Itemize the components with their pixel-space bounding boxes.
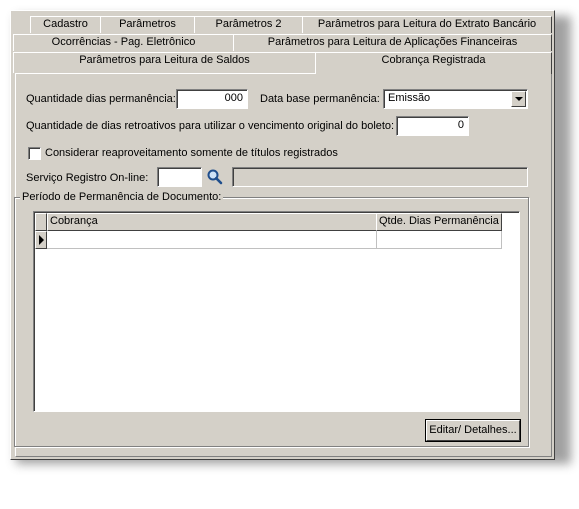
retroativos-input[interactable]: 0 [396,116,469,136]
editar-detalhes-button[interactable]: Editar/ Detalhes... [426,420,520,441]
qtd-dias-label: Quantidade dias permanência: [26,93,176,105]
reaproveitamento-checkbox[interactable] [28,147,41,160]
retroativos-label: Quantidade de dias retroativos para util… [26,120,395,132]
grid-cell-qtde-dias[interactable] [376,231,502,249]
data-base-select[interactable]: Emissão [383,89,528,109]
grid-corner [35,213,47,231]
periodo-group-title: Período de Permanência de Documento: [20,191,224,203]
reaproveitamento-label[interactable]: Considerar reaproveitamento somente de t… [45,146,338,160]
chevron-down-icon[interactable] [511,91,526,107]
data-base-label: Data base permanência: [260,93,380,105]
grid-cell-cobranca[interactable] [47,231,377,249]
form-content: Quantidade dias permanência: 000 Data ba… [0,0,579,509]
grid-header-qtde-dias[interactable]: Qtde. Dias Permanência [376,213,502,231]
data-base-value: Emissão [388,92,431,104]
row-indicator-icon [35,231,47,249]
grid-header-cobranca[interactable]: Cobrança [47,213,377,231]
search-icon[interactable] [206,168,224,186]
servico-input[interactable] [157,167,202,187]
qtd-dias-input[interactable]: 000 [176,89,248,109]
servico-label: Serviço Registro On-line: [26,172,149,184]
servico-description [232,167,528,187]
permanencia-grid[interactable]: Cobrança Qtde. Dias Permanência [33,211,520,412]
